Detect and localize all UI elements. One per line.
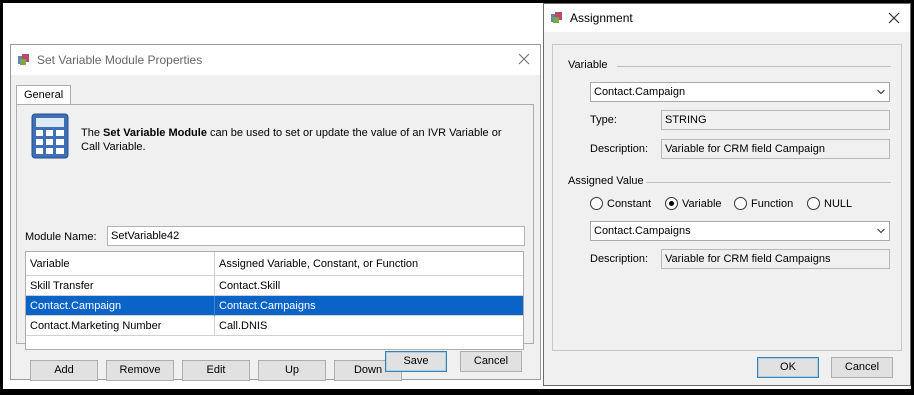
- close-icon[interactable]: [516, 51, 532, 67]
- description-label: Description:: [590, 143, 649, 155]
- calculator-icon: [31, 113, 69, 159]
- radio-function-label: Function: [751, 197, 794, 210]
- row-assigned: Contact.Skill: [219, 280, 281, 292]
- cancel-button[interactable]: Cancel: [831, 357, 893, 378]
- assignment-panel: Variable Contact.Campaign Type: STRING D…: [552, 44, 902, 351]
- close-icon[interactable]: [886, 10, 902, 26]
- radio-constant[interactable]: Constant: [590, 197, 651, 210]
- radio-null-label: NULL: [824, 197, 853, 210]
- save-button[interactable]: Save: [385, 351, 447, 372]
- radio-button[interactable]: [734, 197, 747, 210]
- column-header-assigned[interactable]: Assigned Variable, Constant, or Function: [215, 252, 523, 276]
- assignment-dialog: Assignment Variable Contact.Campaign Typ…: [543, 3, 911, 386]
- radio-variable[interactable]: Variable: [665, 197, 722, 210]
- radio-button[interactable]: [590, 197, 603, 210]
- assigned-value-dropdown[interactable]: Contact.Campaigns: [590, 221, 890, 241]
- radio-button[interactable]: [807, 197, 820, 210]
- right-titlebar: Assignment: [544, 4, 910, 32]
- right-dialog-title: Assignment: [570, 11, 633, 25]
- chevron-down-icon: [877, 228, 885, 234]
- variable-dropdown[interactable]: Contact.Campaign: [590, 82, 890, 102]
- assigned-description-label: Description:: [590, 253, 649, 265]
- description-value: Variable for CRM field Campaign: [661, 139, 890, 159]
- column-header-variable[interactable]: Variable: [26, 252, 215, 276]
- tab-general[interactable]: General: [16, 85, 72, 105]
- variable-section-label: Variable: [568, 59, 608, 71]
- edit-button[interactable]: Edit: [182, 360, 250, 381]
- module-description: The Set Variable Module can be used to s…: [81, 127, 502, 153]
- cancel-button[interactable]: Cancel: [460, 351, 522, 372]
- radio-function[interactable]: Function: [734, 197, 793, 210]
- table-row[interactable]: Contact.Marketing Number Call.DNIS: [26, 316, 523, 336]
- ok-button[interactable]: OK: [757, 357, 819, 378]
- assigned-section-divider: [646, 182, 891, 183]
- up-button[interactable]: Up: [258, 360, 326, 381]
- radio-variable-label: Variable: [682, 197, 722, 210]
- table-row[interactable]: Skill Transfer Contact.Skill: [26, 276, 523, 296]
- module-name-label: Module Name:: [25, 231, 97, 243]
- app-icon: [551, 12, 562, 23]
- type-value: STRING: [661, 110, 890, 130]
- general-panel: The Set Variable Module can be used to s…: [16, 104, 534, 381]
- set-variable-dialog: Set Variable Module Properties General T…: [10, 44, 541, 381]
- left-dialog-title: Set Variable Module Properties: [37, 53, 203, 67]
- type-label: Type:: [590, 114, 617, 126]
- radio-button-selected[interactable]: [665, 197, 678, 210]
- radio-null[interactable]: NULL: [807, 197, 852, 210]
- remove-button[interactable]: Remove: [106, 360, 174, 381]
- row-variable: Skill Transfer: [26, 276, 215, 296]
- add-button[interactable]: Add: [30, 360, 98, 381]
- left-titlebar: Set Variable Module Properties: [11, 45, 540, 75]
- variable-dropdown-value: Contact.Campaign: [594, 86, 686, 98]
- app-icon: [18, 54, 29, 65]
- variables-table: Variable Assigned Variable, Constant, or…: [25, 251, 524, 350]
- table-header: Variable Assigned Variable, Constant, or…: [26, 252, 523, 276]
- module-name-input[interactable]: SetVariable42: [107, 226, 525, 246]
- table-row-selected[interactable]: Contact.Campaign Contact.Campaigns: [26, 296, 523, 316]
- radio-constant-label: Constant: [607, 197, 652, 210]
- variable-section-divider: [617, 66, 891, 67]
- row-variable: Contact.Marketing Number: [26, 316, 215, 336]
- row-variable: Contact.Campaign: [26, 296, 215, 316]
- assigned-description-value: Variable for CRM field Campaigns: [661, 249, 890, 269]
- assigned-value-dropdown-value: Contact.Campaigns: [594, 225, 691, 237]
- row-assigned: Call.DNIS: [219, 320, 268, 332]
- assigned-value-section-label: Assigned Value: [568, 175, 644, 187]
- row-assigned: Contact.Campaigns: [219, 300, 316, 312]
- chevron-down-icon: [877, 89, 885, 95]
